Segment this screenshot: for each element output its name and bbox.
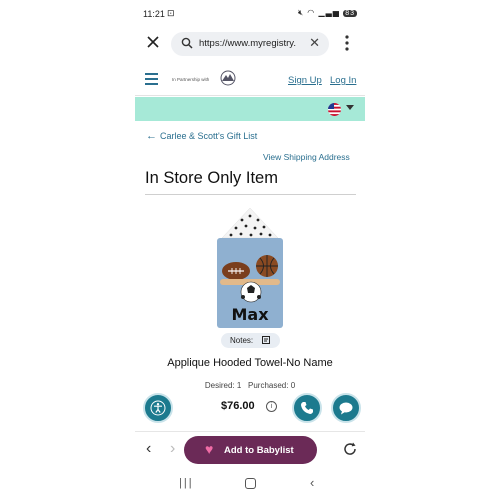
note-icon bbox=[262, 336, 270, 344]
partner-text: In Partnership with bbox=[172, 77, 210, 82]
gift-list-back-link[interactable]: Carlee & Scott's Gift List bbox=[160, 131, 257, 141]
desired-count: Desired: 1 bbox=[204, 381, 242, 390]
chat-button[interactable] bbox=[331, 393, 361, 423]
country-dropdown-caret-icon[interactable] bbox=[346, 105, 354, 110]
product-price: $76.00 bbox=[221, 400, 255, 412]
notes-button[interactable]: Notes: bbox=[221, 333, 280, 348]
system-back-icon[interactable]: ‹ bbox=[310, 475, 314, 490]
phone-screen: 11:21 ⊡ 🔇︎ ◠ ▁▃▅ 83 https://www.myregist… bbox=[135, 0, 365, 500]
clear-url-button[interactable]: ✕ bbox=[309, 36, 320, 50]
back-arrow-icon[interactable]: ← bbox=[146, 130, 157, 142]
url-bar[interactable]: https://www.myregistry. ✕ bbox=[171, 32, 329, 56]
more-menu-button[interactable] bbox=[342, 35, 352, 53]
purchased-count: Purchased: 0 bbox=[248, 381, 296, 390]
sign-up-link[interactable]: Sign Up bbox=[288, 75, 322, 86]
status-bar: 11:21 ⊡ 🔇︎ ◠ ▁▃▅ 83 bbox=[135, 0, 365, 28]
wifi-icon: ◠ bbox=[307, 8, 316, 17]
bottom-divider bbox=[135, 431, 365, 432]
title-divider bbox=[145, 194, 356, 195]
towel-name-text: Max bbox=[231, 305, 269, 324]
url-text: https://www.myregistry. bbox=[199, 38, 296, 49]
accessibility-button[interactable] bbox=[143, 393, 173, 423]
log-in-link[interactable]: Log In bbox=[330, 75, 356, 86]
add-to-babylist-label: Add to Babylist bbox=[224, 445, 294, 456]
add-to-babylist-button[interactable]: ♥ Add to Babylist bbox=[184, 436, 317, 464]
more-vert-icon bbox=[345, 35, 349, 51]
status-icons: 🔇︎ ◠ ▁▃▅ 83 bbox=[298, 8, 357, 18]
hamburger-menu-icon[interactable] bbox=[145, 73, 158, 88]
search-icon bbox=[181, 37, 193, 49]
mute-icon: 🔇︎ bbox=[298, 8, 305, 17]
chat-icon bbox=[339, 402, 353, 415]
accessibility-icon bbox=[150, 400, 166, 416]
heart-icon: ♥ bbox=[205, 441, 214, 457]
screen-record-icon: ⊡ bbox=[167, 8, 175, 18]
reload-icon[interactable] bbox=[342, 441, 358, 457]
product-name: Applique Hooded Towel-No Name bbox=[167, 357, 333, 369]
signal-icon: ▁▃▅ bbox=[318, 8, 340, 17]
partner-logo bbox=[220, 70, 236, 86]
browser-forward-button[interactable]: › bbox=[170, 440, 175, 458]
system-nav-bar: ||| ‹ bbox=[135, 474, 365, 494]
notes-label: Notes: bbox=[230, 336, 254, 345]
desired-purchased: Desired: 1 Purchased: 0 bbox=[135, 381, 365, 390]
us-flag-icon[interactable] bbox=[328, 103, 341, 116]
recent-apps-icon[interactable]: ||| bbox=[179, 477, 194, 489]
close-icon bbox=[147, 36, 159, 48]
country-banner bbox=[135, 97, 365, 121]
page-title: In Store Only Item bbox=[145, 169, 278, 187]
battery-icon: 83 bbox=[343, 10, 357, 17]
info-icon[interactable]: i bbox=[266, 401, 277, 412]
close-tab-button[interactable] bbox=[145, 36, 161, 52]
product-image[interactable]: Max bbox=[212, 208, 288, 330]
view-shipping-link[interactable]: View Shipping Address bbox=[263, 152, 350, 162]
home-icon[interactable] bbox=[245, 478, 256, 489]
phone-icon bbox=[301, 402, 313, 414]
phone-button[interactable] bbox=[292, 393, 322, 423]
status-time: 11:21 bbox=[143, 9, 165, 19]
browser-back-button[interactable]: ‹ bbox=[146, 440, 151, 458]
divider bbox=[135, 95, 365, 96]
